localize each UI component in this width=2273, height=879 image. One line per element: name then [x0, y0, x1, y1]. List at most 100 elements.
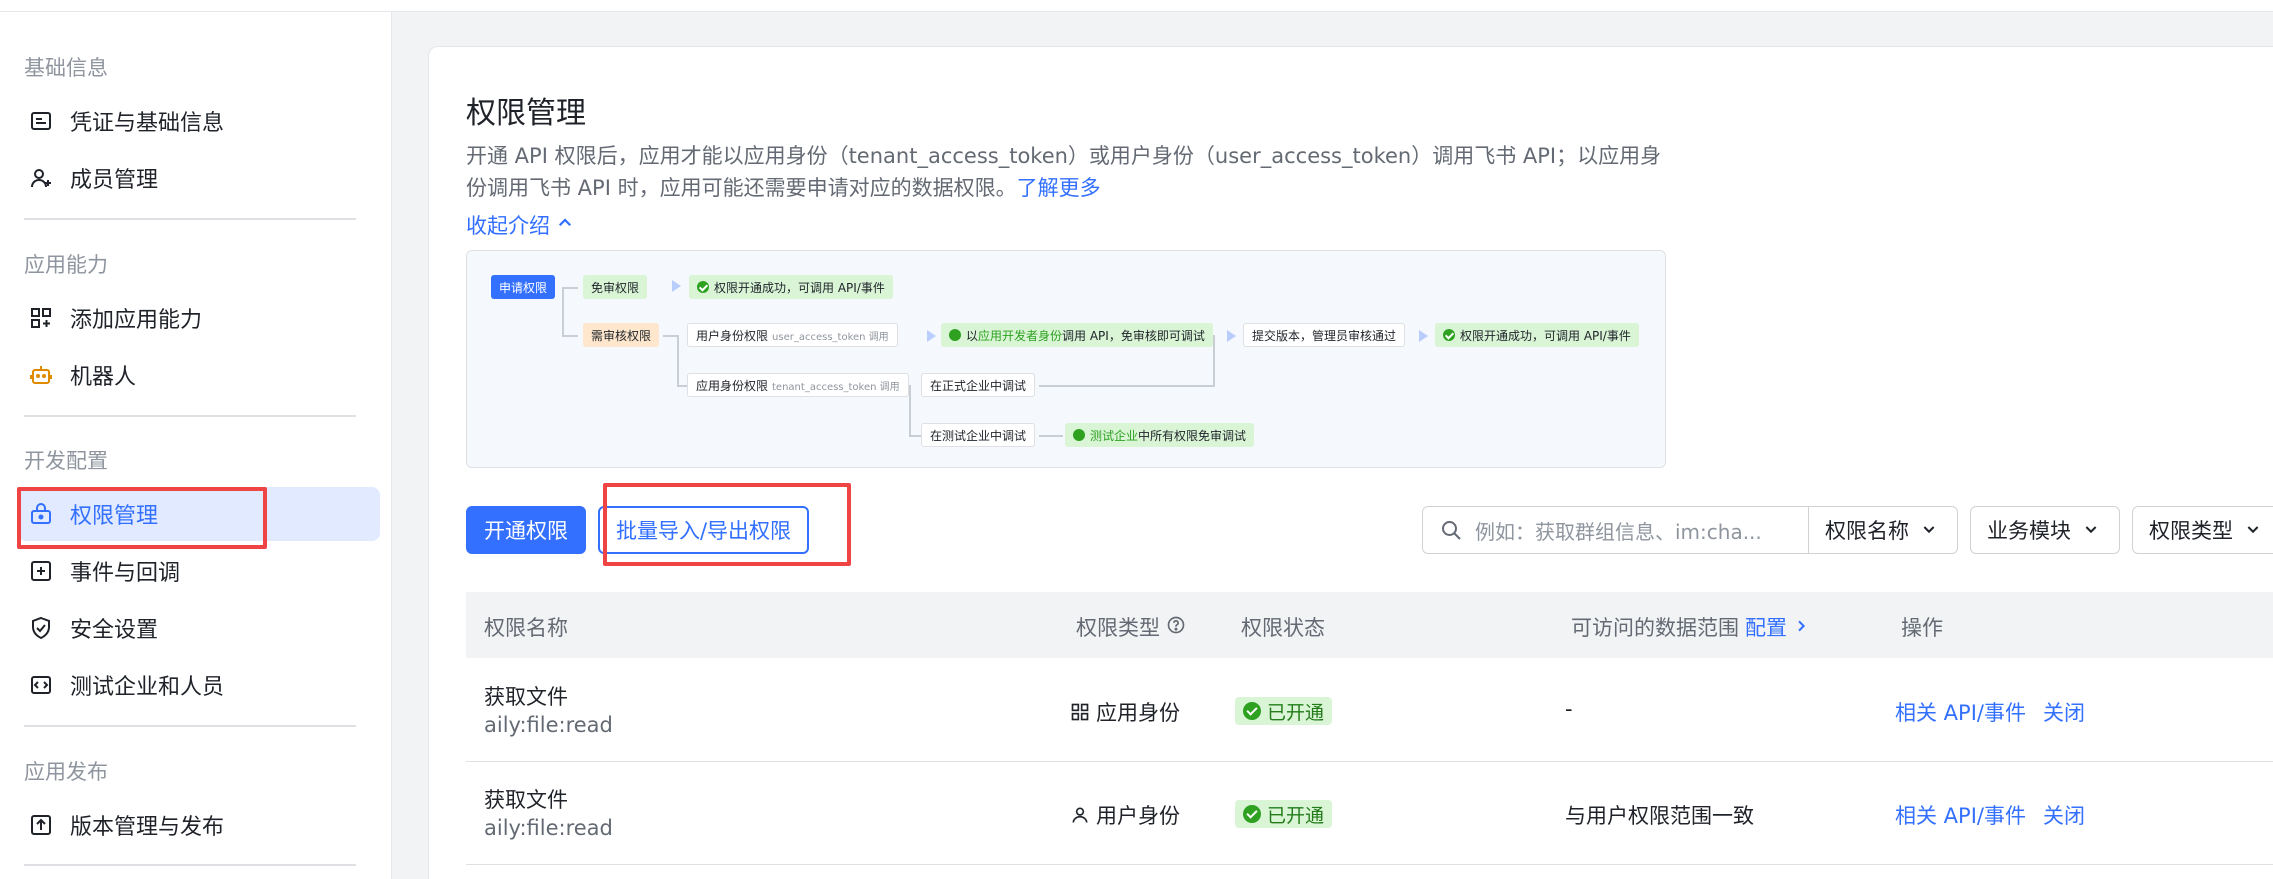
- data-scope: -: [1565, 697, 1573, 721]
- table-header: 权限名称 权限类型 权限状态 可访问的数据范围 配置 操作: [466, 592, 2273, 658]
- sidebar-item-security[interactable]: 安全设置: [18, 601, 380, 655]
- flow-dev-debug: 以应用开发者身份 调用 API，免审核即可调试: [941, 323, 1213, 347]
- sidebar: 基础信息 凭证与基础信息 成员管理 应用能力 添加应用能力 机器人 开发配置 权…: [0, 12, 392, 879]
- sidebar-section-dev: 开发配置: [24, 449, 108, 473]
- permission-type: 用户身份: [1070, 800, 1180, 830]
- collapse-intro-toggle[interactable]: 收起介绍: [466, 210, 574, 240]
- flow-success-text: 权限开通成功，可调用 API/事件: [714, 280, 885, 295]
- flow-arrow: [1227, 330, 1236, 342]
- close-permission-link[interactable]: 关闭: [2043, 697, 2085, 727]
- check-circle-icon: [1243, 805, 1261, 823]
- help-icon[interactable]: [1166, 615, 1186, 640]
- flow-success-2-text: 权限开通成功，可调用 API/事件: [1460, 328, 1631, 343]
- flow-user-identity: 用户身份权限 user_access_token 调用: [687, 323, 898, 347]
- flow-user-token-note: user_access_token 调用: [772, 331, 889, 343]
- filter-label: 权限类型: [2149, 519, 2233, 543]
- permission-name: 获取文件: [484, 685, 568, 709]
- sidebar-divider: [24, 725, 356, 727]
- flow-connector: [677, 335, 679, 385]
- sidebar-item-versions[interactable]: 版本管理与发布: [18, 798, 380, 852]
- flow-dev-highlight: 应用开发者身份: [978, 328, 1063, 343]
- col-permission-type: 权限类型: [1076, 612, 1186, 642]
- flow-connector: [909, 435, 921, 437]
- status-badge: 已开通: [1235, 697, 1333, 725]
- chevron-down-icon: [1921, 518, 1937, 542]
- dev-icon: [949, 329, 961, 341]
- top-bar: [0, 0, 2273, 12]
- filter-business-module[interactable]: 业务模块: [1970, 506, 2120, 554]
- close-permission-link[interactable]: 关闭: [2043, 800, 2085, 830]
- add-member-icon: [26, 163, 56, 193]
- related-api-link[interactable]: 相关 API/事件: [1895, 697, 2026, 727]
- filter-label: 权限名称: [1825, 519, 1909, 543]
- flow-dev-prefix: 以: [966, 328, 979, 343]
- col-operations: 操作: [1901, 616, 1943, 640]
- permission-code: aily:file:read: [484, 816, 613, 840]
- flow-submit: 提交版本，管理员审核通过: [1243, 323, 1406, 347]
- configure-scope-link[interactable]: 配置: [1745, 612, 1787, 642]
- permission-flow-diagram: 申请权限 免审权限 权限开通成功，可调用 API/事件 需审核权限 用户身份权限…: [466, 250, 1666, 468]
- sidebar-item-members[interactable]: 成员管理: [18, 151, 380, 205]
- col-data-scope: 可访问的数据范围 配置: [1571, 612, 1809, 642]
- flow-test-debug: 在测试企业中调试: [921, 423, 1036, 447]
- user-icon: [1070, 805, 1090, 825]
- batch-import-export-button[interactable]: 批量导入/导出权限: [598, 506, 809, 554]
- collapse-label: 收起介绍: [466, 214, 550, 238]
- sidebar-section-capability: 应用能力: [24, 253, 108, 277]
- flow-connector: [663, 335, 677, 337]
- enable-permission-button[interactable]: 开通权限: [466, 506, 586, 554]
- sidebar-item-label: 版本管理与发布: [70, 815, 225, 840]
- flow-connector: [1039, 385, 1215, 387]
- flow-dev-suffix: 调用 API，免审核即可调试: [1062, 328, 1205, 343]
- flow-user-identity-text: 用户身份权限: [696, 328, 769, 343]
- filter-label: 业务模块: [1987, 519, 2071, 543]
- col-permission-status: 权限状态: [1241, 616, 1325, 640]
- flow-connector: [1039, 435, 1063, 437]
- chevron-up-icon: [556, 213, 574, 237]
- sidebar-item-label: 机器人: [70, 365, 137, 390]
- learn-more-link[interactable]: 了解更多: [1017, 176, 1101, 200]
- check-circle-icon: [697, 281, 709, 293]
- flow-arrow: [672, 280, 681, 292]
- sidebar-divider: [24, 864, 356, 866]
- col-permission-name: 权限名称: [484, 616, 568, 640]
- sidebar-item-label: 测试企业和人员: [70, 675, 225, 700]
- flow-connector: [1213, 335, 1215, 387]
- flow-test-highlight: 测试企业: [1090, 428, 1139, 443]
- sidebar-item-label: 凭证与基础信息: [70, 111, 225, 136]
- table-row: 获取文件 aily:file:read 应用身份 已开通 - 相关 API/事件…: [466, 659, 2273, 762]
- flow-app-identity: 应用身份权限 tenant_access_token 调用: [687, 373, 909, 397]
- permission-icon: [26, 499, 56, 529]
- robot-icon: [26, 360, 56, 390]
- flow-tenant-token-note: tenant_access_token 调用: [772, 381, 900, 393]
- flow-test-free: 测试企业 中所有权限免审调试: [1065, 423, 1255, 447]
- sidebar-item-events[interactable]: 事件与回调: [18, 544, 380, 598]
- flow-connector: [562, 287, 564, 335]
- sidebar-item-label: 添加应用能力: [70, 308, 203, 333]
- sidebar-item-robot[interactable]: 机器人: [18, 348, 380, 402]
- search-placeholder: 例如：获取群组信息、im:cha...: [1475, 519, 1762, 544]
- sidebar-divider: [24, 218, 356, 220]
- flow-need-review: 需审核权限: [583, 323, 660, 347]
- sidebar-item-label: 事件与回调: [70, 561, 181, 586]
- filter-permission-type[interactable]: 权限类型: [2132, 506, 2273, 554]
- filter-permission-name[interactable]: 权限名称: [1808, 506, 1958, 554]
- grid-icon: [1070, 702, 1090, 722]
- data-scope: 与用户权限范围一致: [1565, 804, 1754, 828]
- flow-arrow: [1419, 330, 1428, 342]
- flow-arrow: [927, 330, 936, 342]
- page-title: 权限管理: [466, 96, 586, 131]
- flow-no-review: 免审权限: [583, 275, 648, 299]
- check-circle-icon: [1443, 329, 1455, 341]
- sidebar-item-add-capability[interactable]: 添加应用能力: [18, 291, 380, 345]
- sidebar-item-test-tenant[interactable]: 测试企业和人员: [18, 658, 380, 712]
- permission-type-label: 应用身份: [1096, 701, 1180, 725]
- related-api-link[interactable]: 相关 API/事件: [1895, 800, 2026, 830]
- sidebar-item-permissions[interactable]: 权限管理: [18, 487, 380, 541]
- sidebar-item-credentials[interactable]: 凭证与基础信息: [18, 94, 380, 148]
- flow-test-suffix: 中所有权限免审调试: [1138, 428, 1247, 443]
- check-circle-icon: [1243, 702, 1261, 720]
- permission-name: 获取文件: [484, 788, 568, 812]
- search-input[interactable]: 例如：获取群组信息、im:cha...: [1422, 506, 1810, 554]
- flow-success: 权限开通成功，可调用 API/事件: [689, 275, 893, 299]
